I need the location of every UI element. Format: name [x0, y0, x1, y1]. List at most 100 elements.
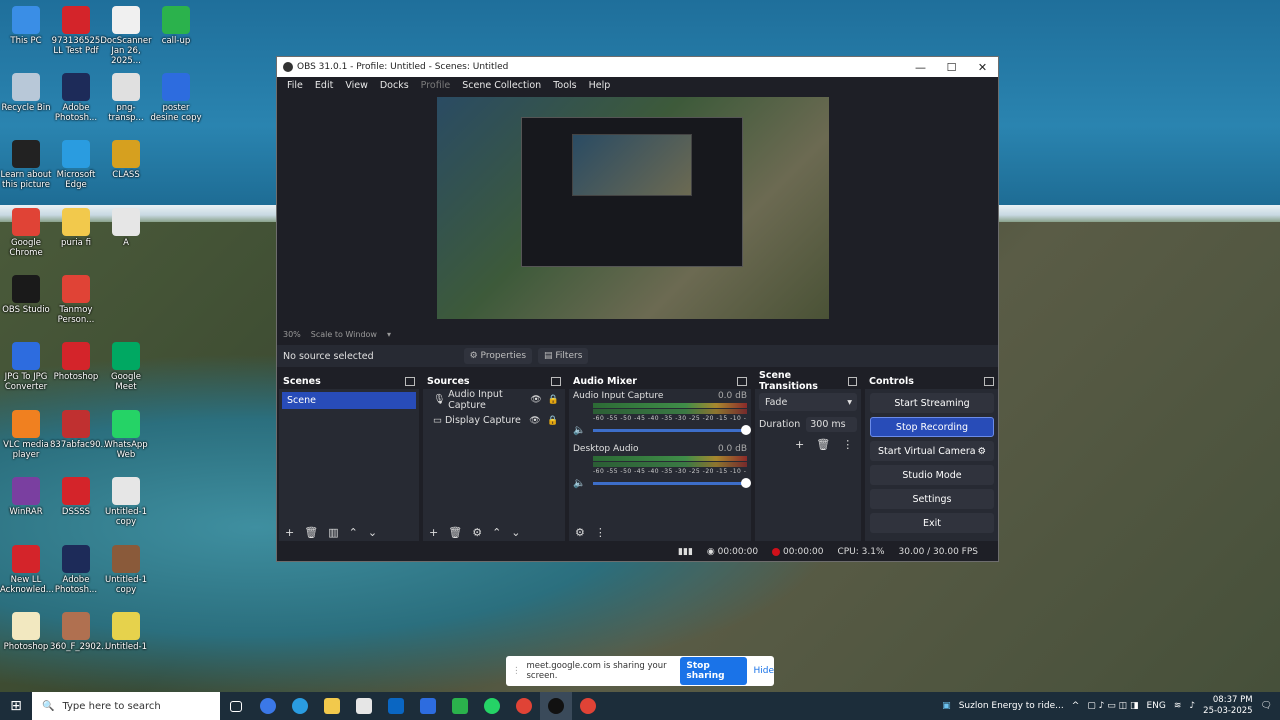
task-view-icon[interactable] [220, 692, 252, 720]
edge-icon[interactable] [284, 692, 316, 720]
volume-slider[interactable] [593, 425, 751, 435]
outlook-icon[interactable] [380, 692, 412, 720]
desktop-icon[interactable]: poster desine copy [150, 73, 202, 123]
desktop-icon[interactable]: Google Meet [100, 342, 152, 392]
desktop-icon[interactable]: WhatsApp Web [100, 410, 152, 460]
desktop-icon[interactable]: png-transp... [100, 73, 152, 123]
desktop-icon[interactable]: puria fi [50, 208, 102, 248]
slider-knob[interactable] [741, 425, 751, 435]
desktop-icon[interactable]: OBS Studio [0, 275, 52, 315]
speaker-icon[interactable]: 🔈 [573, 478, 587, 489]
undock-icon[interactable] [847, 376, 857, 386]
obs-icon[interactable] [540, 692, 572, 720]
desktop-icon[interactable]: JPG To JPG Converter [0, 342, 52, 392]
desktop-icon[interactable]: CLASS [100, 140, 152, 180]
desktop-icon[interactable]: Recycle Bin [0, 73, 52, 113]
menu-help[interactable]: Help [583, 80, 617, 91]
desktop-icon[interactable]: 973136525 LL Test Pdf [50, 6, 102, 56]
title-bar[interactable]: OBS 31.0.1 - Profile: Untitled - Scenes:… [277, 57, 998, 77]
scale-mode-select[interactable]: Scale to Window [311, 330, 377, 339]
preview-area[interactable] [277, 93, 998, 329]
desktop-icon[interactable]: Photoshop [0, 612, 52, 652]
chevron-up-icon[interactable]: ^ [1072, 701, 1080, 711]
drag-handle-icon[interactable]: ⋮ [512, 666, 521, 676]
desktop-icon[interactable]: Photoshop [50, 342, 102, 382]
add-icon[interactable]: + [285, 526, 294, 539]
news-widget[interactable]: Suzlon Energy to ride... [959, 701, 1064, 711]
move-down-icon[interactable]: ⌄ [511, 526, 520, 539]
desktop-icon[interactable]: Untitled-1 copy [100, 477, 152, 527]
volume-slider[interactable] [593, 478, 751, 488]
app-icon[interactable] [444, 692, 476, 720]
undock-icon[interactable] [737, 376, 747, 386]
speaker-icon[interactable]: 🔈 [573, 425, 587, 436]
lock-icon[interactable]: 🔒 [548, 395, 559, 405]
chrome-icon[interactable] [508, 692, 540, 720]
desktop-icon[interactable]: Adobe Photosh... [50, 73, 102, 123]
trash-icon[interactable]: 🗑 [304, 526, 318, 539]
menu-tools[interactable]: Tools [547, 80, 582, 91]
trash-icon[interactable]: 🗑 [448, 526, 462, 539]
menu-profile[interactable]: Profile [415, 80, 457, 91]
properties-button[interactable]: ⚙ Properties [463, 348, 533, 364]
file-explorer-icon[interactable] [316, 692, 348, 720]
calculator-icon[interactable] [348, 692, 380, 720]
add-icon[interactable]: + [429, 526, 438, 539]
desktop-icon[interactable]: DSSSS [50, 477, 102, 517]
exit-button[interactable]: Exit [870, 513, 994, 533]
menu-file[interactable]: File [281, 80, 309, 91]
desktop-icon[interactable]: WinRAR [0, 477, 52, 517]
trash-icon[interactable]: 🗑 [816, 438, 830, 451]
lock-icon[interactable]: 🔒 [547, 416, 559, 426]
desktop-icon[interactable]: Microsoft Edge [50, 140, 102, 190]
settings-button[interactable]: Settings [870, 489, 994, 509]
maximize-button[interactable]: ☐ [936, 61, 967, 74]
gear-icon[interactable]: ⚙ [977, 446, 986, 457]
wifi-icon[interactable]: ≋ [1174, 701, 1182, 711]
search-input[interactable]: Type here to search [62, 701, 160, 712]
desktop-icon[interactable]: A [100, 208, 152, 248]
add-icon[interactable]: + [795, 438, 804, 451]
desktop-icon[interactable]: 360_F_2902... [50, 612, 109, 652]
desktop-icon[interactable]: call-up [150, 6, 202, 46]
notification-icon[interactable]: 🗨 [1261, 701, 1272, 711]
zoom-level[interactable]: 30% [283, 330, 301, 339]
start-streaming-button[interactable]: Start Streaming [870, 393, 994, 413]
more-options-icon[interactable]: ⋮ [595, 526, 606, 539]
chrome-icon[interactable] [572, 692, 604, 720]
start-virtual-camera-button[interactable]: Start Virtual Camera [878, 446, 976, 457]
scene-item[interactable]: Scene [282, 392, 416, 409]
stop-sharing-button[interactable]: Stop sharing [680, 657, 748, 685]
language-indicator[interactable]: ENG [1146, 701, 1165, 711]
source-item-audio-input[interactable]: 🎙 Audio Input Capture 👁 🔒 [423, 389, 565, 411]
desktop-icon[interactable]: Adobe Photosh... [50, 545, 102, 595]
app-icon[interactable] [412, 692, 444, 720]
clock[interactable]: 08:37 PM 25-03-2025 [1203, 695, 1252, 717]
filter-icon[interactable]: ▥ [328, 526, 338, 539]
close-button[interactable]: ✕ [967, 61, 998, 74]
move-up-icon[interactable]: ⌃ [349, 526, 358, 539]
windows-start-icon[interactable]: ⊞ [0, 698, 32, 714]
menu-docks[interactable]: Docks [374, 80, 415, 91]
transition-select[interactable]: Fade ▾ [759, 393, 857, 411]
undock-icon[interactable] [405, 376, 415, 386]
news-widget-icon[interactable]: ▣ [942, 701, 951, 711]
advanced-audio-icon[interactable]: ⚙ [575, 526, 585, 539]
menu-edit[interactable]: Edit [309, 80, 339, 91]
desktop-icon[interactable]: DocScanner Jan 26, 2025... [100, 6, 152, 66]
desktop-icon[interactable]: Google Chrome [0, 208, 52, 258]
desktop-icon[interactable]: Untitled-1 copy [100, 545, 152, 595]
menu-view[interactable]: View [339, 80, 374, 91]
eye-icon[interactable]: 👁 [530, 395, 541, 405]
menu-scene-collection[interactable]: Scene Collection [456, 80, 547, 91]
more-options-icon[interactable]: ⋮ [842, 438, 853, 451]
filters-button[interactable]: ▤ Filters [538, 348, 589, 364]
minimize-button[interactable]: — [905, 61, 936, 74]
stop-recording-button[interactable]: Stop Recording [870, 417, 994, 437]
duration-input[interactable]: 300 ms [806, 417, 857, 432]
desktop-icon[interactable]: This PC [0, 6, 52, 46]
copilot-icon[interactable] [252, 692, 284, 720]
desktop-icon[interactable]: Learn about this picture [0, 140, 52, 190]
chevron-down-icon[interactable]: ▾ [387, 330, 391, 339]
gear-icon[interactable]: ⚙ [472, 526, 482, 539]
